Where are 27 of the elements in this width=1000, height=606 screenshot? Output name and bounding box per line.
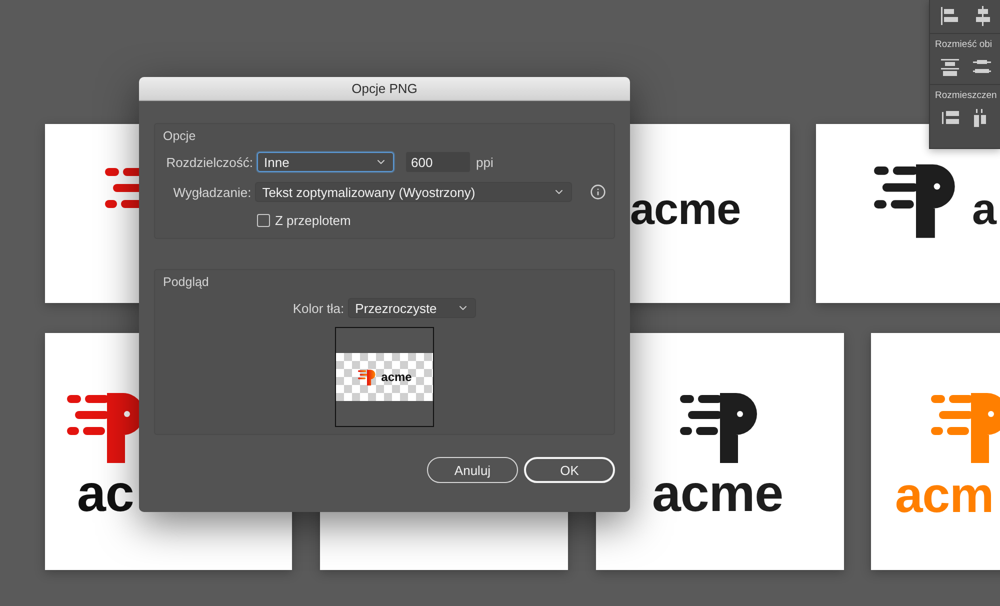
- group-title: Opcje: [163, 128, 196, 144]
- checkbox-label: Z przeplotem: [275, 212, 351, 228]
- panel-heading: Rozmieść obi: [935, 39, 994, 50]
- group-title: Podgląd: [163, 274, 209, 290]
- field-label: Wygładzanie:: [172, 184, 252, 200]
- resolution-select[interactable]: Inne: [257, 152, 394, 172]
- logo-icon: [357, 368, 378, 386]
- antialiasing-select[interactable]: Tekst zoptymalizowany (Wyostrzony): [255, 182, 572, 202]
- checkbox[interactable]: [257, 214, 270, 226]
- align-left-icon[interactable]: [940, 5, 960, 27]
- background-select[interactable]: Przezroczyste: [348, 298, 476, 318]
- wordmark: acm: [895, 470, 994, 520]
- dialog-title: Opcje PNG: [352, 81, 418, 96]
- info-icon[interactable]: [590, 184, 606, 200]
- wordmark: acme: [630, 188, 741, 232]
- cancel-button[interactable]: Anuluj: [427, 457, 518, 483]
- distribute-vertical-icon[interactable]: [940, 56, 960, 78]
- wordmark: a: [972, 188, 996, 232]
- ppi-input[interactable]: 600: [406, 152, 470, 172]
- unit-label: ppi: [476, 154, 494, 170]
- thumbnail-wordmark: acme: [381, 370, 412, 384]
- panel-heading: Rozmieszczen: [935, 90, 998, 101]
- wordmark: acme: [652, 468, 783, 520]
- field-label: Rozdzielczość:: [165, 154, 253, 170]
- wordmark: ac: [77, 468, 134, 520]
- field-label: Kolor tła:: [292, 300, 344, 316]
- ok-button[interactable]: OK: [524, 457, 615, 483]
